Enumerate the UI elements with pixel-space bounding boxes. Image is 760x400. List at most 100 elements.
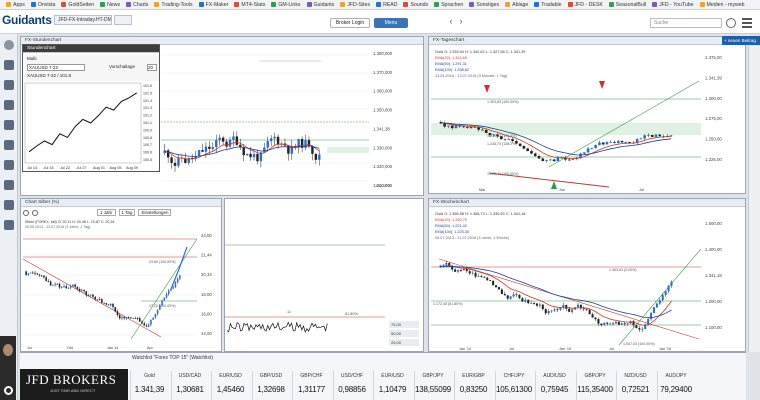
tab-workspace[interactable]: JFD-FX-Intraday.HT-DM — [54, 15, 112, 25]
gd-ema50: EMA(50): 1.291,31 — [435, 62, 467, 66]
guidants-logo[interactable]: Guidants — [2, 13, 52, 27]
bookmark-item[interactable]: Sprachen — [432, 2, 465, 8]
bookmark-icon — [376, 2, 382, 7]
bookmark-item[interactable]: GoldSeiten — [59, 2, 96, 8]
bookmark-item[interactable]: JFD - YouTube — [650, 2, 695, 8]
bookmark-item[interactable]: MT4-Stats — [232, 2, 267, 8]
gw-xlabel: Jul — [509, 347, 514, 351]
bookmark-item[interactable]: Apps — [4, 2, 27, 8]
bookmark-item[interactable]: GM-Links — [269, 2, 302, 8]
bookmark-icon — [306, 2, 312, 7]
quote-tile[interactable]: EUR/USD 1,45460 — [211, 371, 249, 400]
gd-ylabel: 1.375,00 — [705, 55, 722, 60]
gd-ema100: EMA(100): 1.258,82 — [435, 68, 469, 72]
quote-tile[interactable]: EUR/USD 1,10479 — [373, 371, 411, 400]
gold-daily-candle — [507, 139, 511, 140]
search-input[interactable]: Suche — [650, 18, 722, 28]
bookmark-item[interactable]: Sounds — [401, 2, 430, 8]
help-icon[interactable] — [4, 220, 14, 230]
quote-tile[interactable]: Gold 1.341,39 — [130, 371, 168, 400]
silver-xlabel: Okt — [67, 346, 74, 350]
jfd-brokers-logo[interactable]: JFD BROKERS JUST FAIR AND DIRECT — [20, 369, 128, 400]
gold-daily-candle — [598, 142, 601, 146]
gw-fib1: 1.363,63 (0.00%) — [609, 268, 637, 272]
gold-weekly-candle — [489, 280, 492, 282]
bookmark-item[interactable]: Sonstiges — [467, 2, 501, 8]
osc-label: 11 — [287, 310, 291, 314]
mini-xlabel: Aug 05 — [110, 166, 122, 170]
mini-plot-area — [24, 82, 142, 164]
bookmark-item[interactable]: READ — [374, 2, 399, 8]
bookmark-item[interactable]: JFD-Sites — [338, 2, 372, 8]
quote-tile[interactable]: AUD/USD 0,75945 — [535, 371, 573, 400]
quote-tile[interactable]: USD/CAD 1,30681 — [170, 371, 209, 400]
quote-tile[interactable]: EUR/GBP 0,83250 — [454, 371, 492, 400]
bookmark-item[interactable]: Guidants — [305, 2, 337, 8]
silver-candle — [130, 317, 132, 319]
gold-weekly-candle — [550, 310, 553, 312]
gold-daily-candle — [586, 148, 590, 153]
settings-cog-icon[interactable] — [4, 386, 13, 395]
bookmark-icon — [699, 2, 705, 7]
intraday-candle — [218, 137, 221, 141]
gold-daily-candle — [481, 129, 484, 131]
quote-tile[interactable]: USD/CHF 0,98856 — [332, 371, 371, 400]
bookmark-item[interactable]: Ablage — [503, 2, 530, 8]
news-icon[interactable] — [4, 120, 14, 130]
silver-candle — [83, 290, 85, 292]
gold-daily-candle — [605, 142, 609, 145]
bookmark-item[interactable]: SeasonalBull — [607, 2, 648, 8]
broker-login-button[interactable]: Broker Login — [330, 18, 370, 28]
new-post-button[interactable]: + neuen Beitrag — [722, 36, 760, 45]
quote-tile[interactable]: GBP/CHF 1,31177 — [292, 371, 330, 400]
chart-icon[interactable] — [4, 60, 14, 70]
mini-line-chart[interactable]: Jul 14 Jul 18 Jul 22 Jul 27 Aug 01 Aug 05 Aug … — [23, 45, 160, 172]
silver-candle — [112, 303, 114, 308]
gold-daily-chart[interactable]: Gold O: 1.333,04 H: 1.342,62 L: 1.327,58… — [429, 37, 746, 194]
quote-value: 115,35400 — [577, 385, 613, 394]
quote-tile[interactable]: GBP/USD 1,32698 — [251, 371, 290, 400]
bookmark-item[interactable]: Trading-Tools — [152, 2, 194, 8]
quote-value: 1,45460 — [216, 385, 245, 394]
bookmark-item[interactable]: JFD - DESK — [566, 2, 605, 8]
gd-fib2: 1.279,83 (123.6%) — [487, 134, 517, 138]
silver-candle — [116, 311, 119, 316]
chat-icon[interactable] — [4, 180, 14, 190]
intraday-ylabel: 1.320,000 — [373, 164, 393, 169]
silver-chart[interactable]: Silber (FOREX, bid) O: 20,11 H: 20,48 L:… — [21, 199, 222, 352]
settings-gear-icon[interactable] — [4, 200, 14, 210]
bookmark-item[interactable]: Charts — [124, 2, 150, 8]
right-scrollbar[interactable] — [748, 46, 760, 352]
quote-tile[interactable]: CHF/JPY 105,61300 — [494, 371, 533, 400]
profile-icon[interactable] — [4, 40, 14, 50]
menu-button[interactable]: Menu — [374, 18, 408, 28]
menu-icon[interactable] — [742, 18, 752, 28]
ema-blue — [164, 145, 320, 157]
silver-candle — [176, 278, 179, 283]
bookmark-item[interactable]: FX-Maker — [197, 2, 231, 8]
quote-tile[interactable]: GBP/JPY 115,35400 — [575, 371, 614, 400]
oscillator-chart[interactable]: 61.80% 11 75,00 50,00 25,00 — [225, 199, 424, 352]
gold-weekly-chart[interactable]: Gold O: 1.368,58 H: 1.368,73 L: 1.330,53… — [429, 199, 746, 352]
settings-icon[interactable] — [726, 18, 736, 28]
gold-weekly-candle — [456, 270, 460, 272]
tab-empty[interactable] — [114, 15, 132, 25]
bookmark-item[interactable]: News — [98, 2, 122, 8]
star-icon[interactable] — [4, 160, 14, 170]
quote-tile[interactable]: NZD/USD 0,72521 — [616, 371, 654, 400]
bookmark-item[interactable]: Tradable — [532, 2, 563, 8]
list-icon[interactable] — [4, 80, 14, 90]
bookmark-label: Sprachen — [441, 1, 464, 8]
folder-icon[interactable] — [4, 100, 14, 110]
quote-tile[interactable]: GBP/JPY 138,55099 — [413, 371, 452, 400]
bell-icon[interactable] — [4, 140, 14, 150]
bookmark-item[interactable]: Medien - myweb — [698, 2, 747, 8]
quote-tile[interactable]: AUD/JPY 79,29400 — [656, 371, 695, 400]
intraday-ylabel: 1.360,000 — [373, 89, 393, 94]
bookmark-item[interactable]: Onvista — [29, 2, 58, 8]
gw-xlabel: Jul — [609, 347, 614, 351]
gold-weekly-candle — [641, 329, 644, 330]
forward-arrow-icon[interactable]: › — [456, 16, 466, 26]
gold-weekly-candle — [620, 323, 623, 325]
back-arrow-icon[interactable]: ‹ — [446, 16, 456, 26]
